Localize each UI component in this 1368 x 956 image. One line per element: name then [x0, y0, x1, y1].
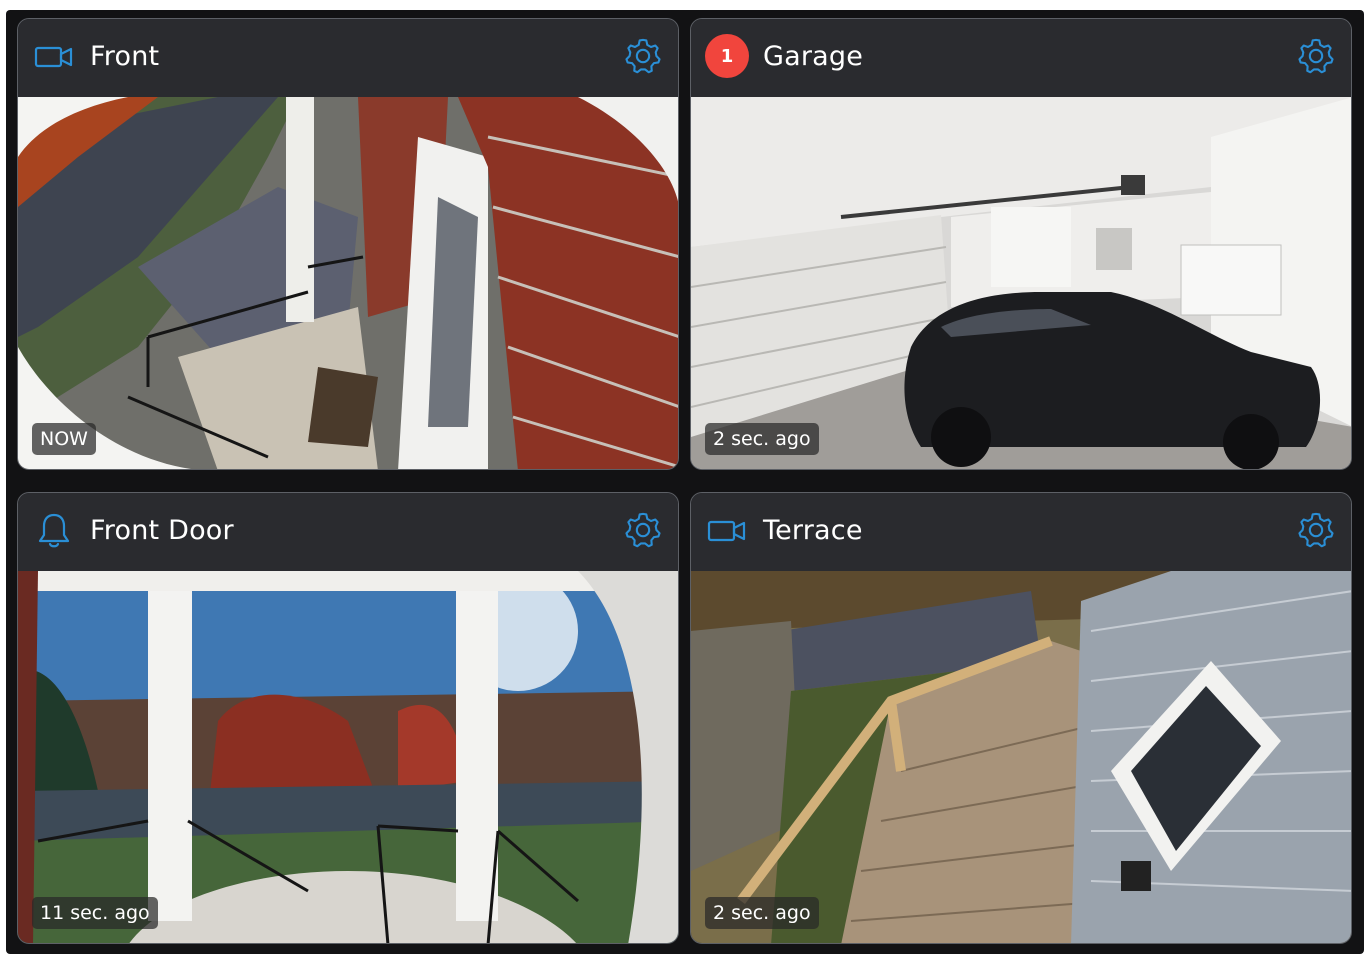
- video-camera-icon: [34, 46, 73, 68]
- camera-name: Garage: [763, 41, 864, 72]
- camera-card-terrace[interactable]: Terrace 2 sec. ago: [690, 492, 1352, 944]
- terrace-scene: [691, 571, 1351, 943]
- gear-icon[interactable]: [1297, 511, 1335, 549]
- front-porch-scene: [18, 97, 678, 469]
- gear-icon[interactable]: [1297, 37, 1335, 75]
- timestamp-badge: 2 sec. ago: [705, 423, 819, 455]
- gear-icon[interactable]: [624, 511, 662, 549]
- alert-count-badge: 1: [705, 34, 749, 78]
- camera-card-header: 1 Garage: [691, 19, 1351, 97]
- timestamp-badge: NOW: [32, 423, 96, 455]
- camera-card-front[interactable]: Front NOW: [17, 18, 679, 470]
- camera-feed-front-door[interactable]: 11 sec. ago: [18, 571, 678, 943]
- timestamp-badge: 11 sec. ago: [32, 897, 158, 929]
- camera-card-header: Front: [18, 19, 678, 97]
- camera-name: Front: [90, 41, 160, 72]
- camera-name: Front Door: [90, 515, 234, 546]
- camera-card-header: Terrace: [691, 493, 1351, 571]
- video-camera-icon: [707, 520, 746, 542]
- camera-card-front-door[interactable]: Front Door 11 sec. ago: [17, 492, 679, 944]
- camera-feed-terrace[interactable]: 2 sec. ago: [691, 571, 1351, 943]
- timestamp-badge: 2 sec. ago: [705, 897, 819, 929]
- garage-scene: [691, 97, 1351, 469]
- camera-feed-front[interactable]: NOW: [18, 97, 678, 469]
- gear-icon[interactable]: [624, 37, 662, 75]
- bell-icon: [38, 513, 70, 548]
- camera-feed-garage[interactable]: 2 sec. ago: [691, 97, 1351, 469]
- camera-card-header: Front Door: [18, 493, 678, 571]
- camera-name: Terrace: [763, 515, 863, 546]
- front-door-scene: [18, 571, 678, 943]
- camera-card-garage[interactable]: 1 Garage 2 sec. ago: [690, 18, 1352, 470]
